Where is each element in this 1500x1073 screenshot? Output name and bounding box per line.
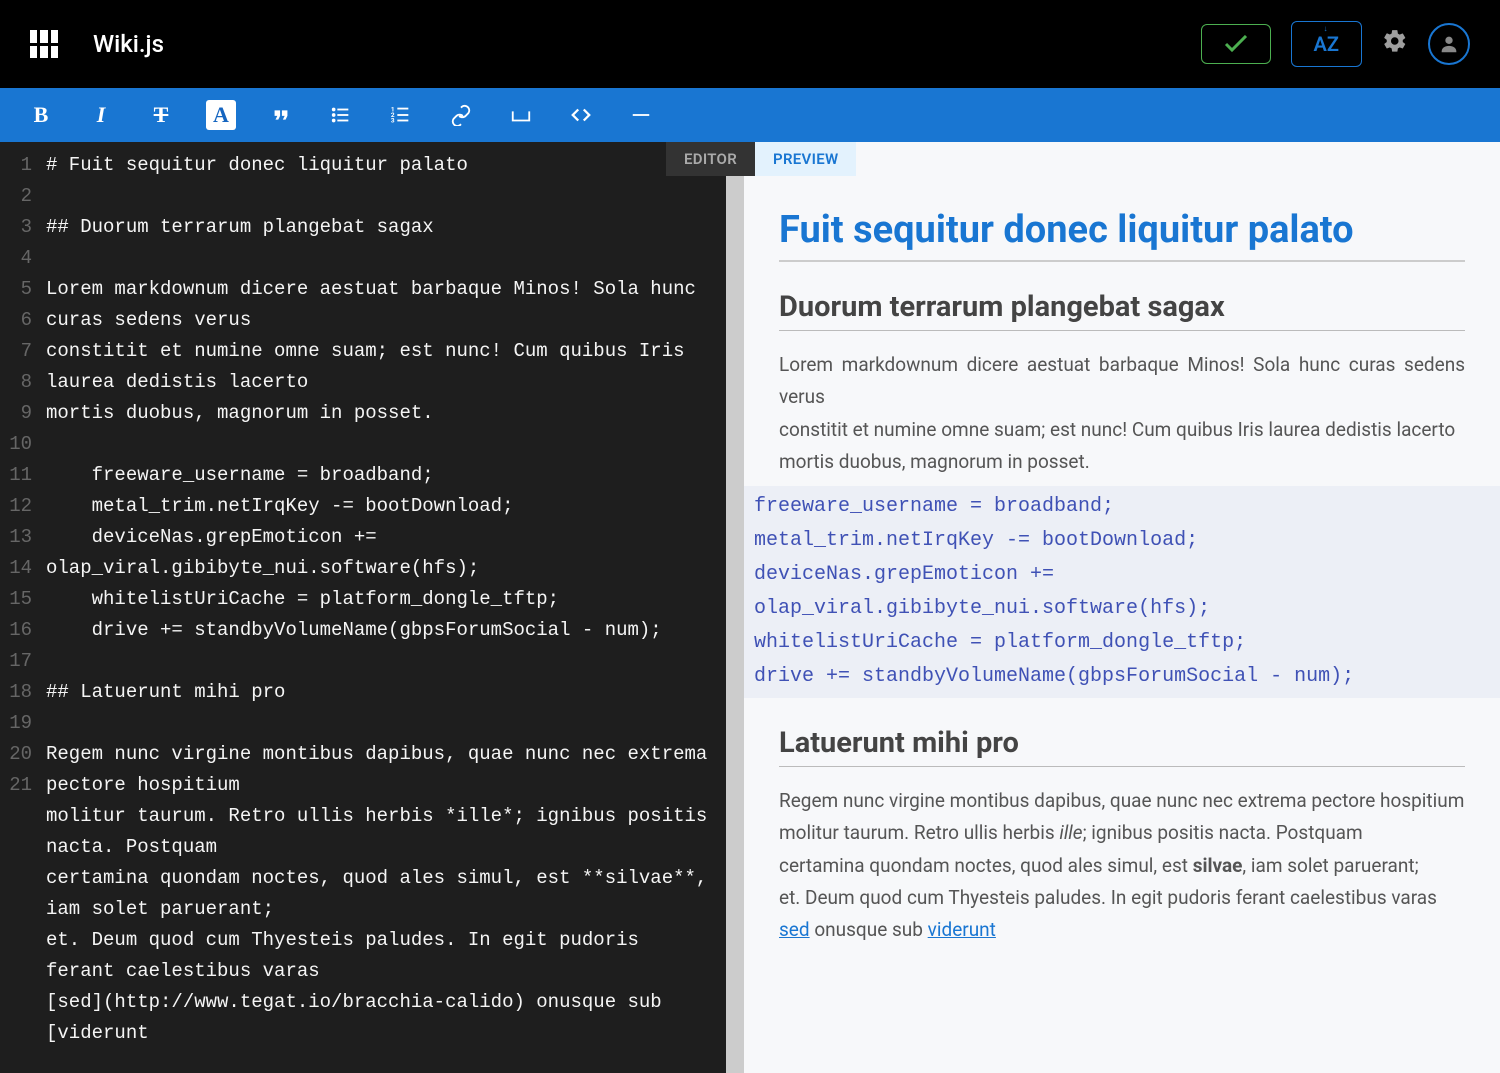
ol-icon: 123 <box>390 104 412 126</box>
preview-paragraph: Lorem markdownum dicere aestuat barbaque… <box>779 349 1465 478</box>
line-number: 10 <box>0 429 32 460</box>
preview-h1: Fuit sequitur donec liquitur palato <box>779 208 1465 262</box>
format-toolbar: B I T A 123 <box>0 88 1500 142</box>
line-number: 11 <box>0 460 32 491</box>
preview-h2-1: Duorum terrarum plangebat sagax <box>779 290 1465 331</box>
preview-code-block: freeware_username = broadband; metal_tri… <box>744 486 1500 698</box>
preview-pane: Fuit sequitur donec liquitur palato Duor… <box>744 142 1500 1073</box>
line-number: 5 <box>0 274 32 305</box>
editor-pane: 123456789101112131415161718192021 # Fuit… <box>0 142 726 1073</box>
user-avatar[interactable] <box>1428 23 1470 65</box>
minus-icon <box>630 104 652 126</box>
line-gutter: 123456789101112131415161718192021 <box>0 142 38 1073</box>
line-number: 7 <box>0 336 32 367</box>
preview-h2-2: Latuerunt mihi pro <box>779 726 1465 767</box>
az-sort-button[interactable]: A↓Z <box>1291 21 1362 67</box>
apps-grid-icon[interactable] <box>30 30 58 58</box>
spacer-button[interactable] <box>506 100 536 130</box>
line-number: 19 <box>0 708 32 739</box>
line-number: 8 <box>0 367 32 398</box>
preview-link-viderunt[interactable]: viderunt <box>928 918 996 941</box>
app-title: Wiki.js <box>93 30 164 58</box>
az-label: A↓Z <box>1314 32 1339 56</box>
tab-preview[interactable]: PREVIEW <box>755 142 856 176</box>
horizontal-rule-button[interactable] <box>626 100 656 130</box>
line-number: 15 <box>0 584 32 615</box>
gear-icon[interactable] <box>1382 28 1408 61</box>
header-left: Wiki.js <box>30 30 164 58</box>
link-button[interactable] <box>446 100 476 130</box>
line-number: 1 <box>0 150 32 181</box>
line-number: 4 <box>0 243 32 274</box>
line-number: 18 <box>0 677 32 708</box>
keyboard-icon <box>510 104 532 126</box>
bold-button[interactable]: B <box>26 100 56 130</box>
line-number: 17 <box>0 646 32 677</box>
check-icon <box>1224 35 1248 53</box>
code-content[interactable]: # Fuit sequitur donec liquitur palato ##… <box>38 142 726 1073</box>
tab-editor[interactable]: EDITOR <box>666 142 755 176</box>
line-number: 21 <box>0 770 32 801</box>
line-number: 16 <box>0 615 32 646</box>
unordered-list-button[interactable] <box>326 100 356 130</box>
line-number: 20 <box>0 739 32 770</box>
preview-link-sed[interactable]: sed <box>779 918 810 941</box>
highlight-button[interactable]: A <box>206 100 236 130</box>
line-number: 12 <box>0 491 32 522</box>
code-button[interactable] <box>566 100 596 130</box>
pane-divider[interactable] <box>726 142 744 1073</box>
quote-icon <box>270 104 292 126</box>
code-area[interactable]: 123456789101112131415161718192021 # Fuit… <box>0 142 726 1073</box>
view-tabs: EDITOR PREVIEW <box>666 142 1500 176</box>
svg-text:3: 3 <box>391 116 395 124</box>
line-number: 14 <box>0 553 32 584</box>
italic-button[interactable]: I <box>86 100 116 130</box>
top-header: Wiki.js A↓Z <box>0 0 1500 88</box>
preview-content: Fuit sequitur donec liquitur palato Duor… <box>744 190 1500 987</box>
code-icon <box>570 104 592 126</box>
strikethrough-button[interactable]: T <box>146 100 176 130</box>
line-number: 13 <box>0 522 32 553</box>
user-icon <box>1438 33 1460 55</box>
link-icon <box>450 104 472 126</box>
quote-button[interactable] <box>266 100 296 130</box>
save-button[interactable] <box>1201 24 1271 64</box>
line-number: 9 <box>0 398 32 429</box>
ordered-list-button[interactable]: 123 <box>386 100 416 130</box>
line-number: 2 <box>0 181 32 212</box>
preview-paragraph: Regem nunc virgine montibus dapibus, qua… <box>779 785 1465 946</box>
header-right: A↓Z <box>1201 21 1470 67</box>
line-number: 3 <box>0 212 32 243</box>
line-number: 6 <box>0 305 32 336</box>
ul-icon <box>330 104 352 126</box>
main-split: 123456789101112131415161718192021 # Fuit… <box>0 142 1500 1073</box>
